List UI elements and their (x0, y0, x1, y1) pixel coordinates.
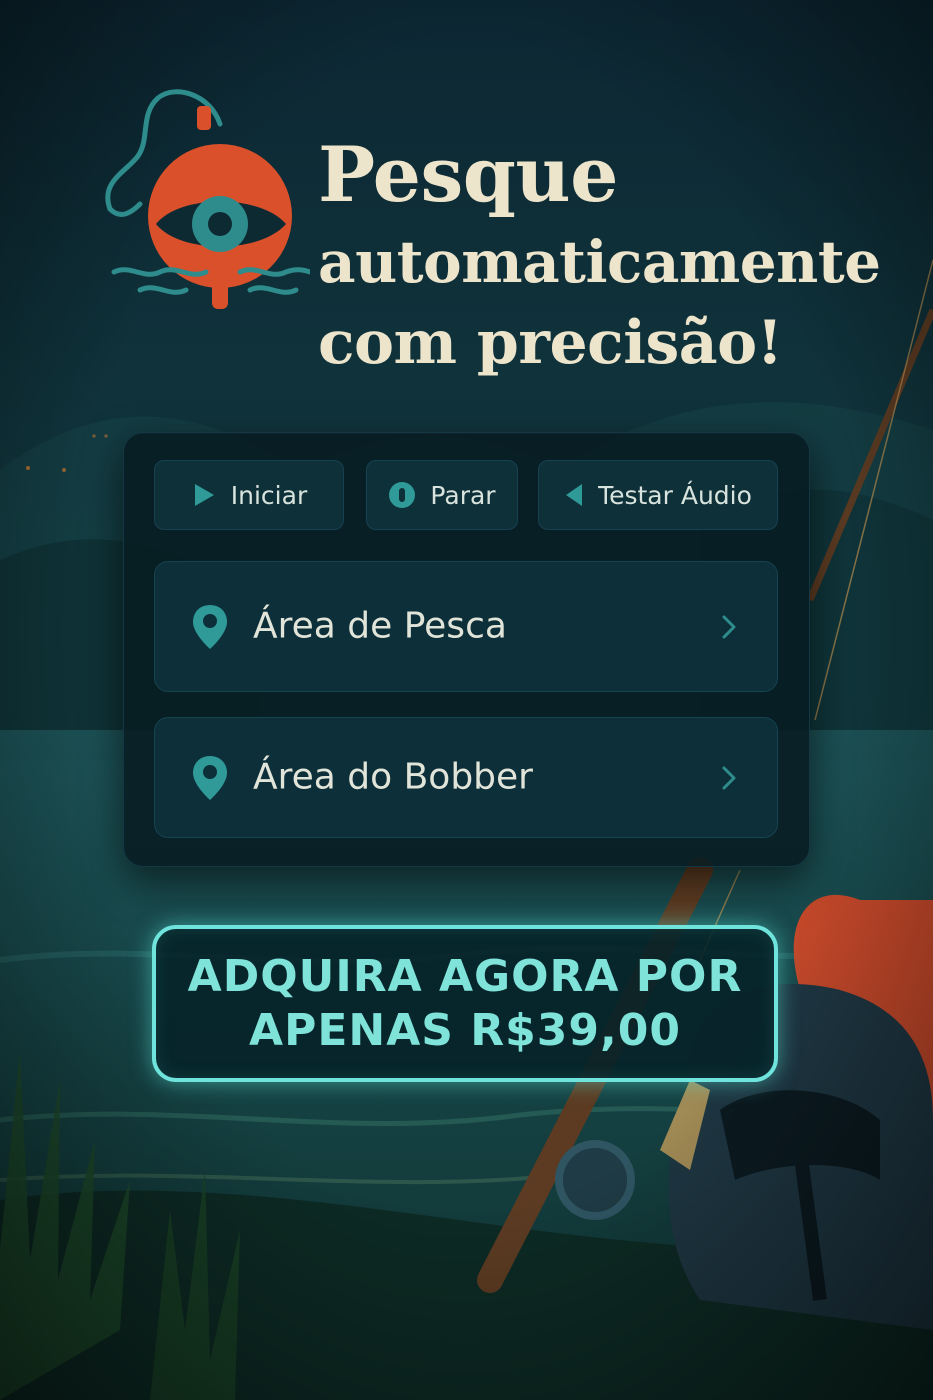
location-pin-icon (191, 603, 229, 655)
speaker-icon (564, 483, 584, 507)
title-line-1: Pesque (318, 130, 618, 219)
fishing-area-label: Área de Pesca (253, 605, 507, 647)
page-title: Pesque automaticamente com precisão! (318, 128, 881, 384)
buy-now-line-2: APENAS R$39,00 (249, 1004, 681, 1056)
title-line-2: automaticamente (318, 228, 881, 296)
bobber-eye-icon (105, 89, 310, 309)
test-audio-button-label: Testar Áudio (598, 480, 752, 510)
chevron-right-icon (721, 614, 737, 644)
buy-now-button[interactable]: ADQUIRA AGORA POR APENAS R$39,00 (152, 925, 778, 1082)
test-audio-button[interactable]: Testar Áudio (538, 460, 778, 530)
play-icon (191, 482, 217, 508)
buy-now-line-1: ADQUIRA AGORA POR (187, 950, 743, 1002)
chevron-right-icon (721, 765, 737, 795)
fishing-area-selector[interactable]: Área de Pesca (154, 561, 778, 692)
bobber-area-label: Área do Bobber (253, 756, 533, 798)
bobber-area-selector[interactable]: Área do Bobber (154, 717, 778, 838)
title-line-3: com precisão! (318, 308, 783, 378)
stop-button-label: Parar (430, 480, 496, 510)
start-button-label: Iniciar (230, 480, 308, 510)
location-pin-icon (191, 754, 229, 806)
stop-icon (388, 481, 416, 509)
stop-button[interactable]: Parar (366, 460, 518, 530)
start-button[interactable]: Iniciar (154, 460, 344, 530)
